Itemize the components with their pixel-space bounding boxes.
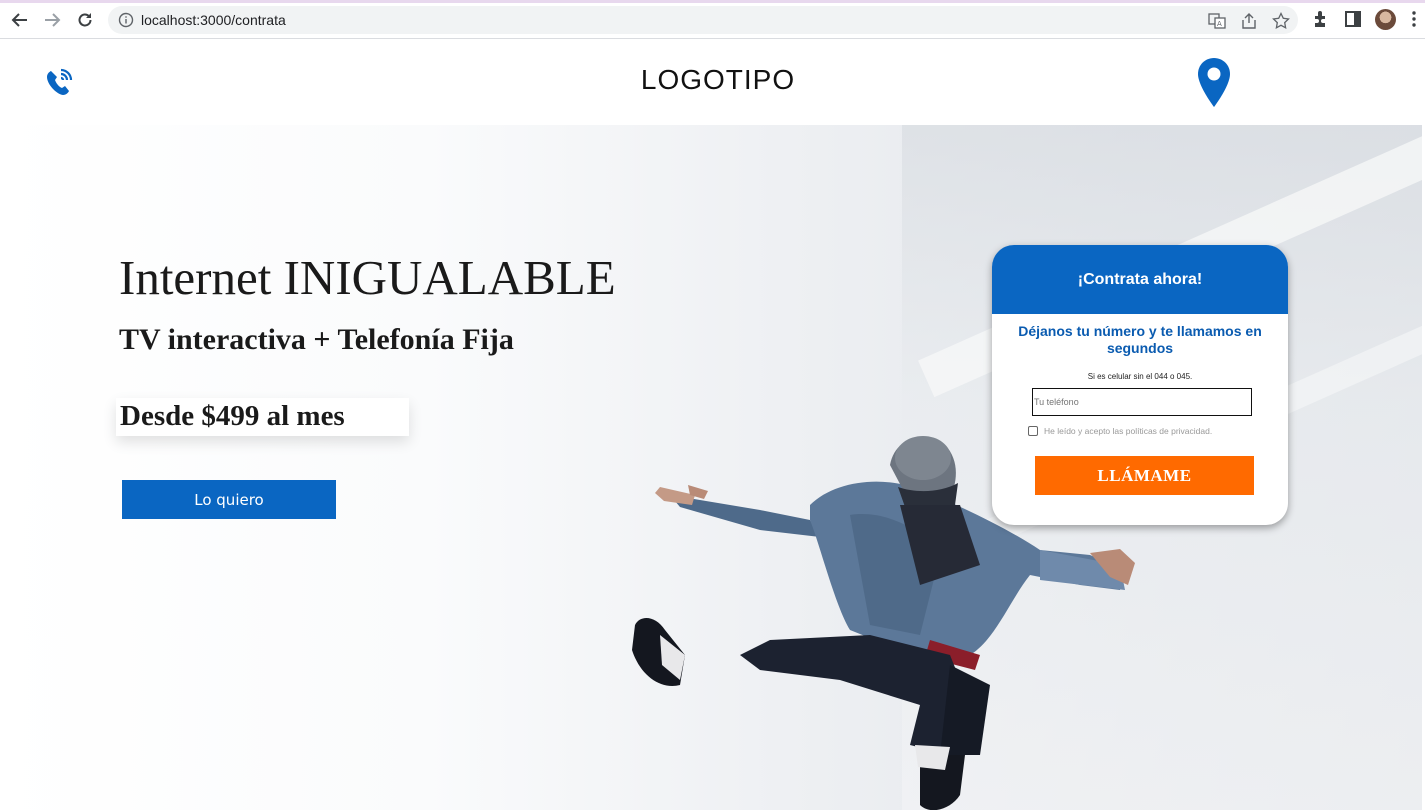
star-icon[interactable] xyxy=(1272,12,1290,30)
translate-icon[interactable]: A xyxy=(1208,12,1226,30)
browser-toolbar: localhost:3000/contrata A xyxy=(0,0,1425,39)
price-text: Desde $499 al mes xyxy=(120,400,345,432)
address-bar[interactable]: localhost:3000/contrata A xyxy=(108,6,1298,34)
form-title: ¡Contrata ahora! xyxy=(992,245,1288,314)
sidepanel-icon[interactable] xyxy=(1343,9,1363,29)
price-badge: Desde $499 al mes xyxy=(116,398,409,436)
form-hint: Si es celular sin el 044 o 045. xyxy=(1087,372,1193,381)
forward-button[interactable] xyxy=(40,8,64,32)
share-icon[interactable] xyxy=(1240,12,1258,30)
privacy-checkbox[interactable] xyxy=(1028,426,1038,436)
extensions-icon[interactable] xyxy=(1311,9,1331,29)
info-icon[interactable] xyxy=(118,12,134,28)
profile-avatar[interactable] xyxy=(1375,9,1396,30)
forward-arrow-icon xyxy=(45,13,61,27)
menu-icon[interactable] xyxy=(1404,9,1424,29)
site-header: LOGOTIPO xyxy=(0,40,1422,125)
tab-strip-edge xyxy=(0,0,1425,3)
back-arrow-icon xyxy=(11,13,27,27)
reload-icon xyxy=(78,13,92,27)
lo-quiero-button[interactable]: Lo quiero xyxy=(122,480,336,519)
phone-input[interactable] xyxy=(1032,388,1252,416)
location-pin-icon[interactable] xyxy=(1197,57,1231,108)
llamame-button[interactable]: LLÁMAME xyxy=(1035,456,1254,495)
url-text[interactable]: localhost:3000/contrata xyxy=(141,12,286,28)
svg-text:A: A xyxy=(1217,20,1222,28)
hero-subheadline: TV interactiva + Telefonía Fija xyxy=(119,323,514,356)
reload-button[interactable] xyxy=(73,8,97,32)
form-subtitle: Déjanos tu número y te llamamos en segun… xyxy=(1018,323,1262,356)
privacy-label[interactable]: He leído y acepto las políticas de priva… xyxy=(1044,426,1212,436)
hero-headline: Internet INIGUALABLE xyxy=(119,250,616,305)
contact-form-card: ¡Contrata ahora! Déjanos tu número y te … xyxy=(992,245,1288,525)
back-button[interactable] xyxy=(8,8,32,32)
